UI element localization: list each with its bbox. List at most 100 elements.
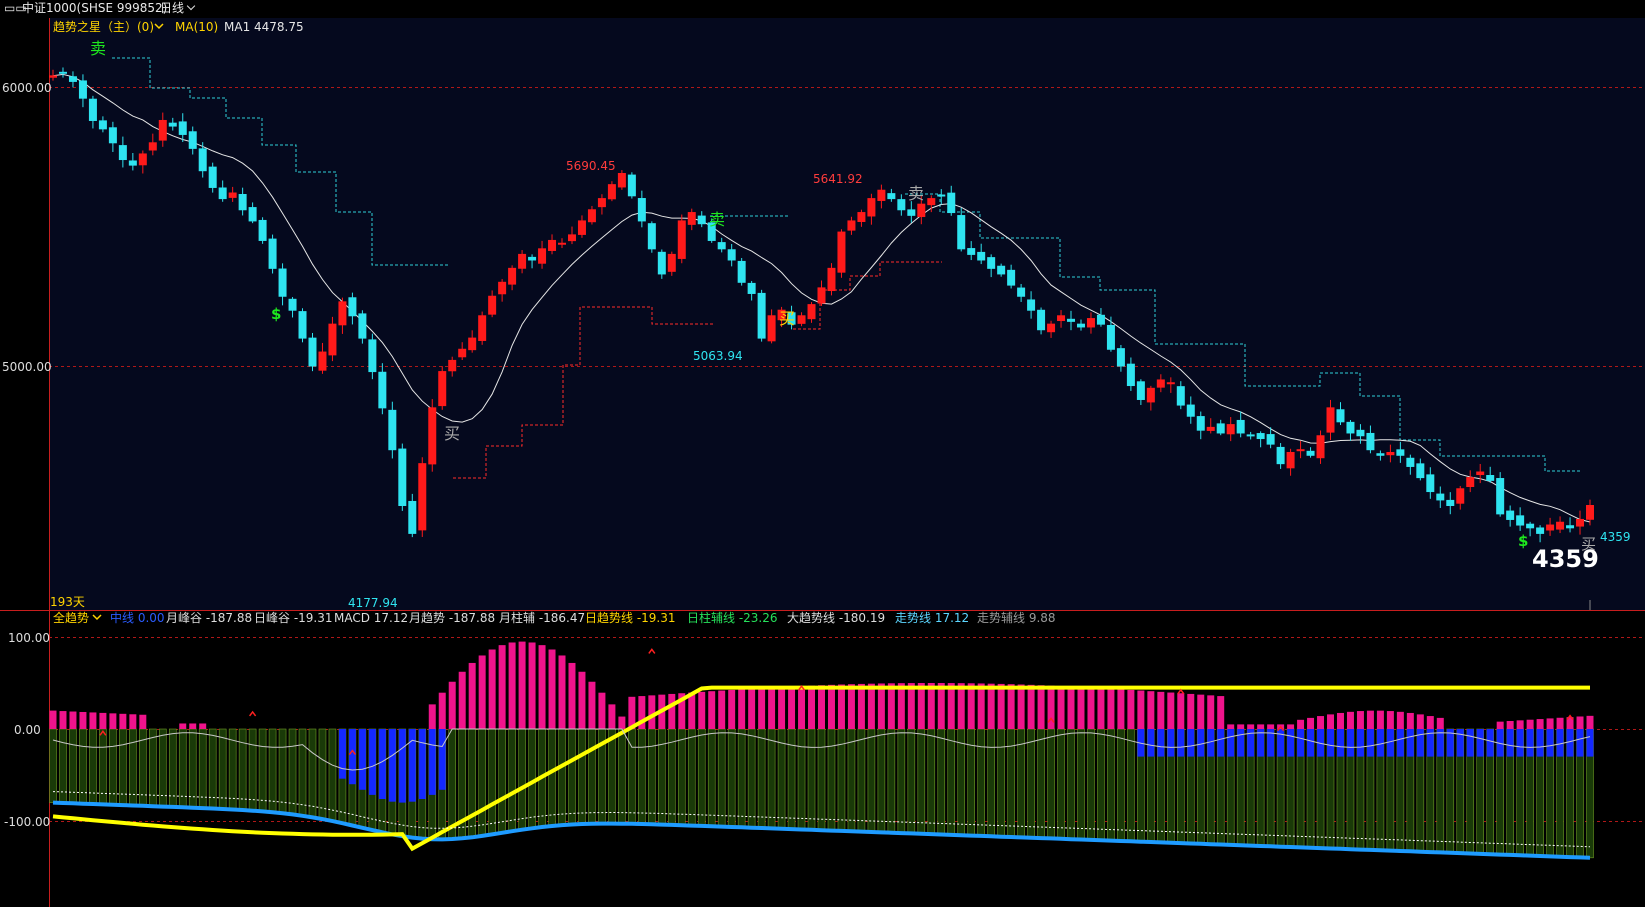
candle-body [378, 371, 387, 409]
sub-bar-blue [1307, 729, 1315, 757]
candle-body [1106, 324, 1115, 350]
indicator-label[interactable]: 趋势之星（主）(0) [53, 20, 154, 34]
sub-bar-positive [1097, 688, 1105, 729]
sub-bar-positive [937, 683, 945, 729]
sub-bar-negative [767, 728, 776, 829]
candle-body [1256, 433, 1265, 440]
candle-body [677, 220, 686, 259]
candle-body [1556, 521, 1565, 530]
sub-bar-positive [448, 681, 456, 729]
sub-bar-negative [618, 728, 626, 824]
candle-body [268, 238, 277, 269]
sub-bar-positive [1037, 685, 1045, 729]
candle-body [528, 256, 537, 261]
candle-body [228, 192, 237, 198]
sub-bar-positive [548, 649, 556, 729]
sub-bar-positive [568, 662, 576, 729]
sub-bar-positive [558, 655, 566, 729]
sub-bar-positive [69, 711, 77, 729]
candle-body [1126, 363, 1135, 387]
sub-bar-negative [638, 728, 646, 825]
candle-body [508, 267, 517, 285]
sub-bar-negative [318, 728, 327, 820]
sub-bar-negative [488, 728, 496, 835]
sub-bar-positive [1007, 684, 1015, 729]
candle-body [917, 203, 926, 218]
candle-body [927, 198, 936, 206]
candle-body [1356, 429, 1365, 437]
sub-bar-blue [1277, 729, 1285, 757]
sub-bar-negative [797, 728, 806, 830]
sub-bar-negative [787, 728, 796, 830]
sub-bar-positive [1237, 724, 1245, 729]
sub-bar-negative [658, 728, 666, 825]
sub-bar-negative [677, 728, 686, 826]
candle-body [1496, 478, 1505, 515]
sub-bar-positive [1227, 724, 1235, 729]
candle-body [1346, 421, 1355, 434]
last-price-big: 4359 [1532, 545, 1599, 573]
candle-body [158, 119, 167, 141]
sub-bar-positive [977, 683, 985, 729]
sell-signal-1: 卖 [90, 39, 106, 58]
sub-bar-positive [788, 686, 796, 729]
candle-body [807, 304, 816, 320]
candle-body [538, 248, 547, 264]
sub-legend-item: 走势辅线 9.88 [977, 611, 1056, 625]
sub-bar-positive [608, 704, 616, 729]
sub-bar-blue [1187, 729, 1195, 757]
chart-canvas[interactable]: 6000.00 5000.00 趋势之星（主）(0) MA(10) MA1 44… [0, 0, 1645, 907]
sub-bar-positive [1516, 720, 1524, 729]
sub-mode-label[interactable]: 全趋势 [53, 610, 89, 625]
sub-bar-negative [1127, 728, 1135, 842]
sub-bar-positive [967, 683, 975, 729]
candle-body [148, 142, 157, 151]
sub-bar-negative [857, 728, 866, 832]
sub-bar-positive [1426, 716, 1434, 729]
candle-body [248, 207, 257, 222]
sub-bar-negative [807, 728, 816, 831]
sub-bar-negative [897, 728, 906, 834]
candle-body [997, 265, 1006, 275]
sub-bar-positive [1167, 692, 1175, 729]
candle-body [607, 184, 616, 200]
sub-bar-negative [648, 728, 656, 825]
sub-bar-negative [687, 728, 696, 826]
sub-bar-positive [708, 691, 716, 729]
sub-bar-negative [568, 728, 576, 825]
sub-bar-positive [748, 688, 756, 729]
sub-bar-positive [508, 642, 516, 729]
sub-bar-positive [897, 683, 905, 729]
candle-body [1096, 314, 1105, 325]
sub-bar-positive [798, 686, 806, 729]
sub-bar-positive [1127, 689, 1135, 729]
sub-legend-item: 月峰谷 -187.88 [166, 611, 252, 625]
candle-body [428, 407, 437, 465]
candle-body [767, 315, 776, 342]
sub-bar-negative [1017, 728, 1025, 838]
sub-bar-positive [1586, 715, 1594, 729]
y-tick-6000: 6000.00 [2, 81, 52, 95]
sub-bar-positive [109, 713, 117, 729]
sub-bar-negative [238, 728, 247, 811]
sub-bar-positive [668, 693, 676, 729]
sub-bar-negative [578, 728, 586, 825]
sub-bar-positive [1287, 724, 1295, 729]
sub-bar-positive [1386, 711, 1394, 729]
sub-bar-positive [877, 683, 885, 729]
sub-bar-negative [1067, 728, 1075, 840]
sub-panel-legend: 全趋势 中线 0.00 月峰谷 -187.88 日峰谷 -19.31 MACD 17.… [53, 610, 1056, 625]
sub-bar-negative [757, 728, 766, 829]
candle-body [548, 239, 557, 251]
sub-bar-negative [168, 728, 177, 808]
candle-body [907, 209, 916, 216]
candle-body [587, 209, 596, 223]
sub-bar-positive [728, 689, 736, 729]
sub-bar-blue [1197, 729, 1205, 757]
sub-bar-blue [378, 729, 386, 799]
sub-bar-positive [808, 685, 816, 729]
sub-bar-positive [1147, 691, 1155, 729]
candle-body [188, 131, 197, 149]
candle-body [1316, 435, 1325, 459]
sub-bar-positive [837, 684, 845, 729]
